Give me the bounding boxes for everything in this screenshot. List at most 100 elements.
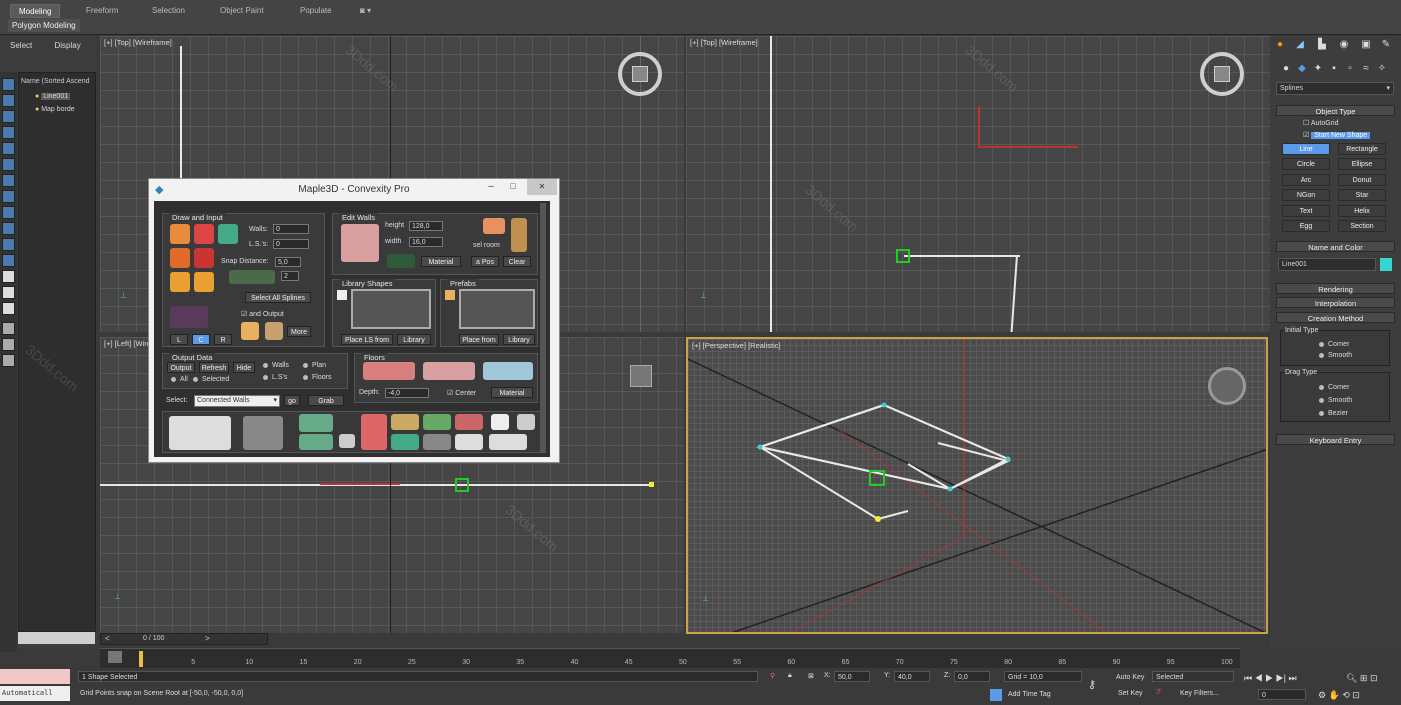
z-coordinate-field[interactable]: 0,0: [954, 671, 990, 682]
circle-draw-icon[interactable]: [194, 248, 214, 268]
frozen-filter-icon[interactable]: [2, 254, 15, 267]
tool-h-icon[interactable]: [489, 434, 527, 450]
tool-d-icon[interactable]: [423, 434, 451, 450]
shape-filter-icon[interactable]: [2, 110, 15, 123]
shapes-icon[interactable]: ◆: [1294, 62, 1310, 76]
pin-icon[interactable]: ⚲: [770, 672, 775, 680]
floors-radio[interactable]: Floors: [303, 374, 331, 381]
drag-smooth-radio[interactable]: Smooth: [1319, 397, 1352, 404]
key-filter-icon[interactable]: ℱ: [1156, 688, 1162, 696]
floor-type-1-icon[interactable]: [363, 362, 415, 380]
object-color-swatch[interactable]: [1380, 258, 1392, 271]
donut-button[interactable]: Donut: [1338, 174, 1386, 186]
tool-a-icon[interactable]: [391, 414, 419, 430]
ngon-button[interactable]: NGon: [1282, 189, 1330, 201]
modify-tab-icon[interactable]: ◢: [1292, 38, 1308, 52]
wall-material-button[interactable]: Material: [421, 256, 461, 267]
bone-filter-icon[interactable]: [2, 222, 15, 235]
helper-filter-icon[interactable]: [2, 158, 15, 171]
curve-draw-icon[interactable]: [218, 224, 238, 244]
tab-selection[interactable]: Selection: [144, 4, 193, 18]
minimize-button[interactable]: –: [481, 181, 501, 197]
layer-icon[interactable]: [2, 354, 15, 367]
depth-field[interactable]: -4,0: [385, 388, 429, 398]
spacewarps-icon[interactable]: ≈: [1358, 62, 1374, 76]
list-item[interactable]: ● Map borde: [35, 104, 75, 115]
ellipse-button[interactable]: Ellipse: [1338, 158, 1386, 170]
section-button[interactable]: Section: [1338, 220, 1386, 232]
dialog-scrollbar[interactable]: [540, 203, 546, 453]
rollout-creation-method[interactable]: Creation Method: [1276, 312, 1395, 323]
cameras-icon[interactable]: ▪: [1326, 62, 1342, 76]
tab-object-paint[interactable]: Object Paint: [212, 4, 272, 18]
auto-key-button[interactable]: Auto Key: [1116, 674, 1144, 681]
lighthouse-icon[interactable]: [361, 414, 387, 450]
egg-button[interactable]: Egg: [1282, 220, 1330, 232]
timeline[interactable]: 5 10 15 20 25 30 35 40 45 50 55 60 65 70 75 80 85 90 95 100: [100, 648, 1240, 668]
and-output-checkbox[interactable]: ☑ and Output: [241, 310, 284, 318]
output-button[interactable]: Output: [167, 362, 195, 373]
floor-material-button[interactable]: Material: [491, 387, 533, 398]
lights-icon[interactable]: ✦: [1310, 62, 1326, 76]
viewcube-icon[interactable]: [1200, 52, 1244, 96]
floor-type-3-icon[interactable]: [483, 362, 533, 380]
tool-g-icon[interactable]: [491, 414, 509, 430]
go-button[interactable]: go: [284, 395, 300, 406]
arc-button[interactable]: Arc: [1282, 174, 1330, 186]
next-frame-icon[interactable]: >: [205, 634, 210, 643]
zoom-controls[interactable]: 🔍︎ ⊞ ⊡: [1346, 673, 1378, 684]
circle-button[interactable]: Circle: [1282, 158, 1330, 170]
rollout-name-and-color[interactable]: Name and Color: [1276, 241, 1395, 252]
keyboard-icon[interactable]: [169, 416, 231, 450]
star-button[interactable]: Star: [1338, 189, 1386, 201]
terrain-icon[interactable]: [299, 414, 333, 432]
rollout-rendering[interactable]: Rendering: [1276, 283, 1395, 294]
curve-editor-icon[interactable]: [108, 651, 122, 663]
line-button[interactable]: Line: [1282, 143, 1330, 155]
shape-to-wall-icon[interactable]: [170, 306, 208, 328]
ribbon-options-icon[interactable]: ◙ ▾: [352, 4, 379, 18]
display-none-icon[interactable]: [2, 286, 15, 299]
select-all-splines-button[interactable]: Select All Splines: [245, 292, 311, 303]
xref-filter-icon[interactable]: [2, 206, 15, 219]
a-pos-button[interactable]: a Pos: [471, 256, 499, 267]
viewport-perspective[interactable]: [+] [Perspective] [Realistic] ⊥: [686, 337, 1268, 634]
align-left-button[interactable]: L: [170, 334, 188, 345]
vertex-gizmo[interactable]: [455, 478, 469, 492]
plan-radio[interactable]: Plan: [303, 362, 326, 369]
drag-bezier-radio[interactable]: Bezier: [1319, 410, 1348, 417]
lss-radio[interactable]: L.S's: [263, 374, 287, 381]
helpers-icon[interactable]: ▫: [1342, 62, 1358, 76]
folder-icon[interactable]: [265, 322, 283, 340]
convert-arc-icon[interactable]: [229, 270, 275, 284]
floor-type-2-icon[interactable]: [423, 362, 475, 380]
geometry-icon[interactable]: ●: [1278, 62, 1294, 76]
initial-corner-radio[interactable]: Corner: [1319, 341, 1349, 348]
absolute-mode-icon[interactable]: ⊠: [808, 672, 814, 680]
viewcube-icon[interactable]: [1208, 367, 1246, 405]
utilities-tab-icon[interactable]: ✎: [1378, 38, 1394, 52]
rollout-interpolation[interactable]: Interpolation: [1276, 297, 1395, 308]
width-field[interactable]: 16,0: [409, 237, 443, 247]
wall-tool-icon[interactable]: [243, 416, 283, 450]
output-icon[interactable]: [241, 322, 259, 340]
display-tab-icon[interactable]: ▣: [1358, 38, 1374, 52]
time-cursor[interactable]: [139, 651, 143, 667]
select-dropdown[interactable]: Connected Walls ▾: [194, 395, 280, 407]
close-button[interactable]: ✕: [527, 179, 557, 195]
time-tag-icon[interactable]: [990, 689, 1002, 701]
add-time-tag[interactable]: Add Time Tag: [1008, 691, 1051, 698]
geometry-filter-icon[interactable]: [2, 94, 15, 107]
current-frame-field[interactable]: 0: [1258, 689, 1306, 700]
hide-button[interactable]: Hide: [233, 362, 255, 373]
ring-draw-icon[interactable]: [170, 272, 190, 292]
explorer-column-header[interactable]: Name (Sorted Ascend: [21, 76, 89, 87]
explorer-select-menu[interactable]: Select: [10, 41, 32, 50]
tool-e-icon[interactable]: [455, 414, 483, 430]
align-center-button[interactable]: C: [192, 334, 210, 345]
drag-corner-radio[interactable]: Corner: [1319, 384, 1349, 391]
help-icon[interactable]: [517, 414, 535, 430]
rollout-object-type[interactable]: Object Type: [1276, 105, 1395, 116]
sign-icon[interactable]: [339, 434, 355, 448]
group-filter-icon[interactable]: [2, 190, 15, 203]
